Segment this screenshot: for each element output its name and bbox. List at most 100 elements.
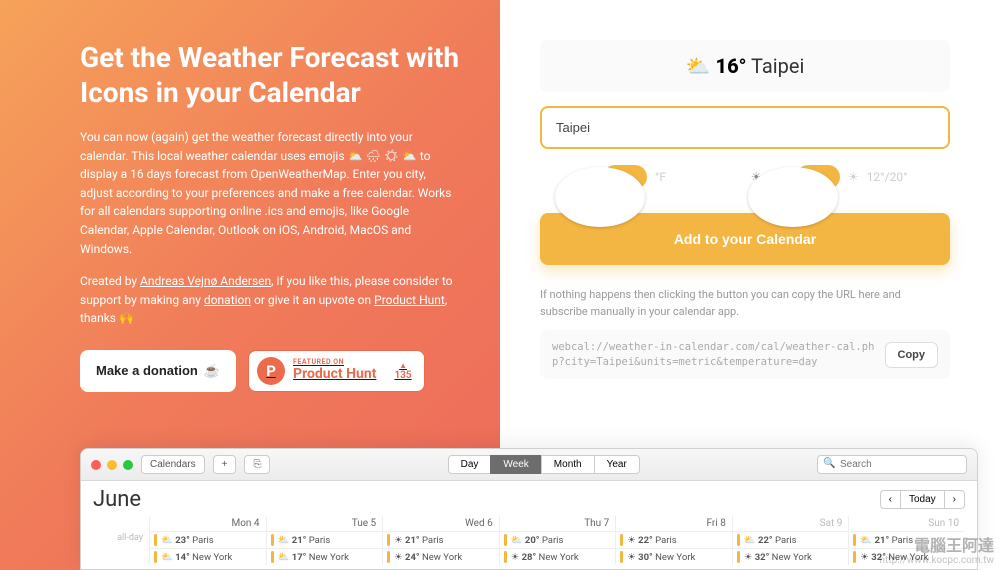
units-toggle[interactable]: [603, 165, 647, 189]
event-bar: [504, 551, 507, 563]
triangle-up-icon: ▲: [399, 361, 407, 370]
display-toggle[interactable]: [796, 165, 840, 189]
calendar-toolbar: Calendars + ⎘ DayWeekMonthYear 🔍: [81, 449, 977, 481]
day-header: Wed 6: [382, 516, 499, 531]
day-header: Sat 9: [732, 516, 849, 531]
range-temp-label: 12°/20°: [867, 170, 908, 184]
allday-label: all-day: [93, 531, 149, 548]
inbox-button[interactable]: ⎘: [244, 455, 270, 474]
close-icon[interactable]: [91, 460, 101, 470]
search-input[interactable]: [817, 455, 967, 474]
calendar-cell[interactable]: ☀ 32° New York: [848, 548, 965, 565]
search-icon: 🔍: [823, 458, 835, 469]
calendar-cell[interactable]: ☀ 24° New York: [382, 548, 499, 565]
day-header: Fri 8: [615, 516, 732, 531]
calendar-event[interactable]: ⛅ 23° Paris: [154, 534, 262, 546]
event-bar: [620, 534, 623, 546]
credits-paragraph: Created by Andreas Vejnø Andersen, if yo…: [80, 272, 460, 328]
webcal-url[interactable]: webcal://weather-in-calendar.com/cal/wea…: [552, 340, 875, 369]
event-bar: [271, 534, 274, 546]
event-bar: [620, 551, 623, 563]
calendar-cell[interactable]: ⛅ 20° Paris: [499, 531, 616, 548]
event-bar: [853, 534, 856, 546]
current-temp: 16°: [716, 54, 747, 78]
calendar-event[interactable]: ☀ 32° New York: [737, 551, 845, 563]
calendar-cell[interactable]: ⛅ 14° New York: [149, 548, 266, 565]
calendar-window: Calendars + ⎘ DayWeekMonthYear 🔍 June ‹ …: [80, 448, 978, 570]
author-link[interactable]: Andreas Vejnø Andersen: [140, 274, 271, 288]
prev-button[interactable]: ‹: [880, 490, 901, 509]
calendar-cell[interactable]: ☀ 22° Paris: [615, 531, 732, 548]
calendar-cell[interactable]: ⛅ 22° Paris: [732, 531, 849, 548]
copy-button[interactable]: Copy: [885, 342, 939, 368]
product-hunt-badge[interactable]: P FEATURED ON Product Hunt ▲ 135: [248, 350, 425, 392]
event-bar: [271, 551, 274, 563]
sun-dim-icon: ☀: [848, 170, 859, 184]
calendar-event[interactable]: ☀ 30° New York: [620, 551, 728, 563]
cloud-icon: ⛅: [686, 54, 711, 78]
calendar-event[interactable]: ⛅ 17° New York: [271, 551, 379, 563]
calendar-event[interactable]: ⛅ 22° Paris: [737, 534, 845, 546]
calendar-cell[interactable]: ⛅ 21° Paris: [266, 531, 383, 548]
add-button[interactable]: +: [213, 455, 237, 474]
current-city: Taipei: [751, 54, 804, 78]
view-day[interactable]: Day: [448, 455, 492, 474]
window-controls[interactable]: [91, 460, 133, 470]
event-bar: [387, 534, 390, 546]
calendar-cell[interactable]: ⛅ 17° New York: [266, 548, 383, 565]
calendar-event[interactable]: ⛅ 20° Paris: [504, 534, 612, 546]
calendar-event[interactable]: ☀ 21° Paris: [387, 534, 495, 546]
calendar-event[interactable]: ⛅ 14° New York: [154, 551, 262, 563]
upvote-count: ▲ 135: [394, 361, 411, 381]
fahrenheit-label: °F: [655, 170, 666, 184]
units-toggle-group: °C °F: [582, 165, 666, 189]
weather-emojis: ⛅ 🌧 ☀ ⛅: [348, 149, 417, 163]
calendar-event[interactable]: ☀ 24° New York: [387, 551, 495, 563]
calendar-event[interactable]: ⛅ 21° Paris: [271, 534, 379, 546]
calendar-cell[interactable]: ⛅ 21° Paris: [848, 531, 965, 548]
current-weather: ⛅ 16° Taipei: [540, 40, 950, 92]
day-header: Sun 10: [848, 516, 965, 531]
minimize-icon[interactable]: [107, 460, 117, 470]
nav-buttons: ‹ Today ›: [880, 490, 965, 509]
calendar-cell[interactable]: ☀ 32° New York: [732, 548, 849, 565]
calendar-event[interactable]: ☀ 32° New York: [853, 551, 961, 563]
donation-link[interactable]: donation: [204, 293, 251, 307]
calendar-cell[interactable]: ⛅ 23° Paris: [149, 531, 266, 548]
event-bar: [853, 551, 856, 563]
day-header: Thu 7: [499, 516, 616, 531]
view-month[interactable]: Month: [541, 455, 595, 474]
event-bar: [737, 551, 740, 563]
event-bar: [504, 534, 507, 546]
event-bar: [737, 534, 740, 546]
day-header: Tue 5: [266, 516, 383, 531]
today-button[interactable]: Today: [900, 490, 945, 509]
zoom-icon[interactable]: [123, 460, 133, 470]
view-week[interactable]: Week: [490, 455, 541, 474]
donate-button[interactable]: Make a donation ☕: [80, 350, 236, 392]
event-bar: [154, 534, 157, 546]
calendar-event[interactable]: ☀ 22° Paris: [620, 534, 728, 546]
allday-label: [93, 548, 149, 565]
page-title: Get the Weather Forecast with Icons in y…: [80, 40, 460, 110]
display-toggle-group: ☀ 20° ☀ 12°/20°: [751, 165, 908, 189]
calendars-button[interactable]: Calendars: [141, 455, 205, 474]
url-box: webcal://weather-in-calendar.com/cal/wea…: [540, 330, 950, 379]
next-button[interactable]: ›: [944, 490, 965, 509]
event-bar: [387, 551, 390, 563]
day-header: Mon 4: [149, 516, 266, 531]
coffee-icon: ☕: [204, 363, 220, 379]
calendar-cell[interactable]: ☀ 30° New York: [615, 548, 732, 565]
calendar-event[interactable]: ⛅ 21° Paris: [853, 534, 961, 546]
intro-paragraph: You can now (again) get the weather fore…: [80, 128, 460, 258]
month-label: June: [93, 487, 141, 512]
view-year[interactable]: Year: [594, 455, 640, 474]
event-bar: [154, 551, 157, 563]
city-input[interactable]: [540, 106, 950, 149]
product-hunt-logo-icon: P: [257, 357, 285, 385]
calendar-cell[interactable]: ☀ 28° New York: [499, 548, 616, 565]
calendar-event[interactable]: ☀ 28° New York: [504, 551, 612, 563]
calendar-cell[interactable]: ☀ 21° Paris: [382, 531, 499, 548]
help-text: If nothing happens then clicking the but…: [540, 287, 950, 320]
product-hunt-link[interactable]: Product Hunt: [374, 293, 445, 307]
